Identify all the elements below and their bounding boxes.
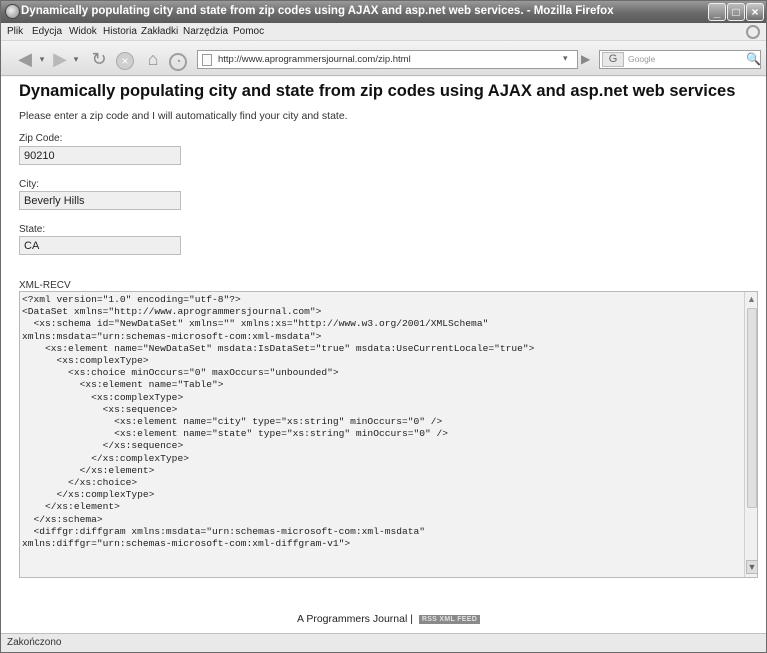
forward-history-dropdown-icon[interactable]: ▾ (71, 48, 81, 70)
navigation-toolbar: ◀ ▾ ▶ ▾ ↻ × ⌂ ◔ http://www.aprogrammersj… (1, 42, 766, 76)
url-dropdown-icon[interactable]: ▾ (563, 53, 568, 64)
home-icon[interactable]: ⌂ (141, 48, 165, 70)
maximize-button[interactable]: □ (727, 3, 745, 21)
activity-throbber-icon (746, 25, 760, 39)
stop-button[interactable]: × (114, 48, 136, 70)
footer-text: A Programmers Journal | (297, 613, 413, 625)
go-arrow-icon[interactable]: ▶ (581, 52, 590, 66)
window-title: Dynamically populating city and state fr… (21, 5, 614, 17)
menu-widok[interactable]: Widok (69, 26, 97, 37)
zip-label: Zip Code: (19, 133, 63, 144)
status-bar: Zakończono (1, 633, 766, 652)
menu-pomoc[interactable]: Pomoc (233, 26, 264, 37)
xml-recv-label: XML-RECV (19, 280, 71, 291)
menu-narzedzia[interactable]: Narzędzia (183, 26, 228, 37)
minimize-button[interactable]: _ (708, 3, 726, 21)
title-bar: Dynamically populating city and state fr… (1, 1, 766, 23)
menu-plik[interactable]: Plik (7, 26, 23, 37)
forward-arrow-icon[interactable]: ▶ (49, 48, 71, 70)
xml-recv-textarea[interactable]: <?xml version="1.0" encoding="utf-8"?> <… (19, 291, 758, 578)
city-label: City: (19, 179, 39, 190)
scroll-thumb[interactable] (747, 308, 757, 508)
xml-scrollbar[interactable]: ▲ ▼ (744, 292, 757, 577)
back-arrow-icon[interactable]: ◀ (13, 48, 37, 70)
back-history-dropdown-icon[interactable]: ▾ (37, 48, 47, 70)
page-content: Dynamically populating city and state fr… (1, 77, 766, 633)
rss-feed-badge[interactable]: RSS XML FEED (418, 614, 481, 624)
menu-edycja[interactable]: Edycja (32, 26, 62, 37)
state-input[interactable]: CA (19, 236, 181, 255)
intro-text: Please enter a zip code and I will autom… (19, 110, 348, 122)
xml-content: <?xml version="1.0" encoding="utf-8"?> <… (22, 294, 535, 550)
history-button[interactable]: ◔ (167, 48, 189, 71)
stop-icon: × (116, 52, 134, 70)
menu-zakladki[interactable]: Zakładki (141, 26, 178, 37)
address-bar[interactable]: http://www.aprogrammersjournal.com/zip.h… (197, 50, 578, 69)
page-icon (202, 54, 212, 66)
search-magnifier-icon[interactable]: 🔍 (746, 52, 761, 66)
city-input[interactable]: Beverly Hills (19, 191, 181, 210)
reload-icon[interactable]: ↻ (87, 48, 111, 70)
state-label: State: (19, 224, 46, 235)
zip-code-input[interactable]: 90210 (19, 146, 181, 165)
history-clock-icon: ◔ (169, 53, 187, 71)
scroll-down-icon[interactable]: ▼ (746, 560, 757, 574)
status-text: Zakończono (7, 637, 62, 648)
search-input[interactable]: Google (628, 54, 655, 64)
footer: A Programmers Journal | RSS XML FEED (297, 613, 481, 625)
search-bar[interactable]: G Google 🔍 (599, 50, 761, 69)
scroll-up-icon[interactable]: ▲ (747, 294, 756, 304)
browser-window: Dynamically populating city and state fr… (0, 0, 767, 653)
close-button[interactable]: × (746, 3, 764, 21)
page-title: Dynamically populating city and state fr… (19, 82, 736, 100)
url-text[interactable]: http://www.aprogrammersjournal.com/zip.h… (218, 54, 411, 65)
menu-bar: Plik Edycja Widok Historia Zakładki Narz… (1, 23, 766, 41)
menu-historia[interactable]: Historia (103, 26, 137, 37)
firefox-icon (5, 4, 20, 19)
search-engine-icon[interactable]: G (602, 52, 624, 67)
